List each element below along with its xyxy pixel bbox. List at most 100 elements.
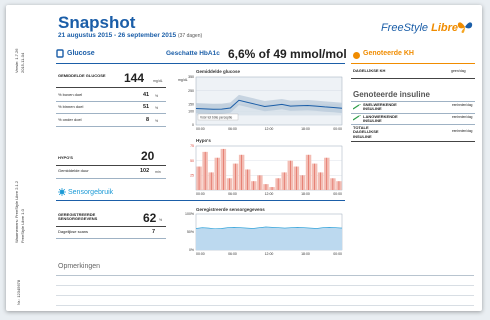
notes-rule bbox=[56, 275, 474, 276]
serial-text: Nr.: 12345678 bbox=[16, 279, 21, 305]
hypo-duration-label: Gemiddelde duur bbox=[58, 168, 89, 173]
below-target-label: % onder doel bbox=[58, 117, 82, 122]
hypo-chart: 25 50 75 00:00 06:00 12:00 18:00 00:00 bbox=[190, 144, 343, 196]
hypo-value: 20 bbox=[141, 149, 155, 163]
avg-glucose-label: GEMIDDELDE GLUCOSE bbox=[58, 73, 106, 78]
kh-rule bbox=[351, 63, 475, 64]
x-tick-label: 18:00 bbox=[301, 192, 310, 196]
total-rule bbox=[351, 141, 475, 142]
hypo-duration-unit: min bbox=[155, 170, 161, 174]
total-insulin-value: eenheden/dag bbox=[452, 129, 473, 133]
y-tick-label: 50 bbox=[190, 159, 194, 163]
y-tick-label: 50% bbox=[187, 230, 194, 234]
x-tick-label: 00:00 bbox=[196, 192, 205, 196]
kh-label: DAGELIJKSE KH bbox=[353, 68, 386, 73]
row-rule bbox=[56, 238, 166, 239]
brand-libre-text: Libre bbox=[431, 22, 458, 34]
brand-text: FreeStyle bbox=[380, 22, 429, 34]
x-tick-label: 00:00 bbox=[333, 252, 342, 256]
sensor-heading: Sensorgebruik bbox=[68, 189, 114, 196]
x-tick-label: 00:00 bbox=[333, 192, 342, 196]
x-tick-label: 18:00 bbox=[301, 127, 310, 131]
x-tick-label: 12:00 bbox=[265, 252, 274, 256]
x-tick-label: 12:00 bbox=[265, 127, 274, 131]
total-insulin-label: TOTALE DAGELIJKSE INSULINE bbox=[353, 125, 379, 139]
glucose-rule bbox=[56, 63, 345, 64]
notes-line bbox=[56, 305, 474, 306]
avg-glucose-value: 144 bbox=[124, 71, 145, 85]
avg-glucose-chart: mg/dL 0 100 150 250 350 00:00 06:00 12:00 18:00 0… bbox=[178, 75, 343, 131]
kh-icon bbox=[353, 52, 360, 59]
row-rule bbox=[56, 126, 166, 127]
y-tick-label: 250 bbox=[188, 89, 194, 93]
hypo-duration-value: 102 bbox=[140, 168, 150, 174]
avg-chart-title: Gemiddelde glucose bbox=[196, 69, 241, 74]
y-tick-label: 100% bbox=[185, 212, 194, 216]
registered-rule bbox=[56, 226, 166, 227]
kh-row-rule bbox=[351, 78, 475, 79]
butterfly-icon bbox=[457, 22, 473, 33]
row-rule bbox=[351, 124, 475, 125]
registered-value: 62 bbox=[143, 211, 157, 225]
rapid-insulin-label: Snelwerkende insuline bbox=[363, 102, 397, 112]
hypo-label: HYPO'S bbox=[58, 155, 73, 160]
above-target-label: % boven doel bbox=[58, 92, 83, 97]
in-target-label: % binnen doel bbox=[58, 104, 84, 109]
avg-glucose-unit: mg/dL bbox=[153, 79, 163, 83]
kh-heading: Genoteerde KH bbox=[363, 50, 414, 57]
registered-unit: % bbox=[159, 218, 163, 222]
registered-label: GEREGISTREERDE SENSORGEGEVENS bbox=[58, 212, 98, 222]
y-tick-label: 75 bbox=[190, 144, 194, 148]
target-legend-text: Vóór tot bôte perceptie bbox=[200, 116, 232, 120]
date-range: 21 augustus 2015 - 26 september 2015 (37… bbox=[58, 32, 202, 39]
x-tick-label: 00:00 bbox=[196, 127, 205, 131]
notes-line bbox=[56, 295, 474, 296]
date-range-text: 21 augustus 2015 - 26 september 2015 bbox=[58, 32, 177, 39]
row-rule bbox=[56, 113, 166, 114]
y-tick-label: 0 bbox=[192, 123, 194, 127]
long-insulin-label: Langwerkende insuline bbox=[363, 114, 398, 124]
hypo-chart-title: Hypo's bbox=[196, 138, 211, 143]
days-count: (37 dagen) bbox=[177, 33, 203, 39]
sensor-icon bbox=[58, 188, 66, 196]
sensor-area bbox=[196, 226, 342, 250]
x-tick-label: 00:00 bbox=[196, 252, 205, 256]
report-page: Versie: 1.7.26 2015-11-04 Waarnemers: Fr… bbox=[6, 5, 482, 311]
glucose-heading: Glucose bbox=[67, 50, 95, 57]
glucose-icon bbox=[56, 49, 64, 58]
sensor-chart: 0% 50% 100% 00:00 06:00 12:00 18:00 00:00 bbox=[185, 212, 343, 256]
scans-value: 7 bbox=[152, 229, 156, 235]
avg-rule bbox=[56, 87, 166, 88]
x-tick-label: 18:00 bbox=[301, 252, 310, 256]
y-unit-label: mg/dL bbox=[178, 78, 188, 82]
hba1c-value: 6,6% of 49 mmol/mol bbox=[228, 47, 347, 61]
scans-label: Dagelijkse scans bbox=[58, 229, 89, 234]
above-target-unit: % bbox=[155, 94, 159, 98]
syringe-icon bbox=[353, 115, 361, 121]
row-rule bbox=[56, 178, 166, 179]
hypo-rule bbox=[56, 165, 166, 166]
notes-heading: Opmerkingen bbox=[58, 263, 101, 270]
version-text: Versie: 1.7.26 bbox=[14, 48, 19, 73]
below-target-value: 8 bbox=[146, 117, 150, 123]
insulin-heading: Genoteerde insuline bbox=[353, 90, 430, 99]
in-target-unit: % bbox=[155, 106, 159, 110]
y-tick-label: 25 bbox=[190, 174, 194, 178]
above-target-value: 41 bbox=[143, 92, 150, 98]
device-text: Waarnemers: FreeStyle Libre 2.1.2 bbox=[14, 180, 19, 243]
x-tick-label: 06:00 bbox=[228, 252, 237, 256]
version-date: 2015-11-04 bbox=[20, 52, 25, 73]
x-tick-label: 06:00 bbox=[228, 192, 237, 196]
page-title: Snapshot bbox=[58, 13, 136, 32]
sensor-rule bbox=[56, 200, 345, 201]
x-tick-label: 06:00 bbox=[228, 127, 237, 131]
hba1c-label: Geschatte HbA1c bbox=[166, 50, 220, 57]
x-tick-label: 12:00 bbox=[265, 192, 274, 196]
y-tick-label: 150 bbox=[188, 103, 194, 107]
below-target-unit: % bbox=[155, 119, 159, 123]
device-sub-text: FreeStyle Libre 1.0 bbox=[20, 209, 25, 243]
x-tick-label: 00:00 bbox=[333, 127, 342, 131]
brand-logo: FreeStyle Libre bbox=[381, 22, 458, 34]
syringe-icon bbox=[353, 104, 361, 110]
kh-value: geen/dag bbox=[451, 69, 466, 73]
